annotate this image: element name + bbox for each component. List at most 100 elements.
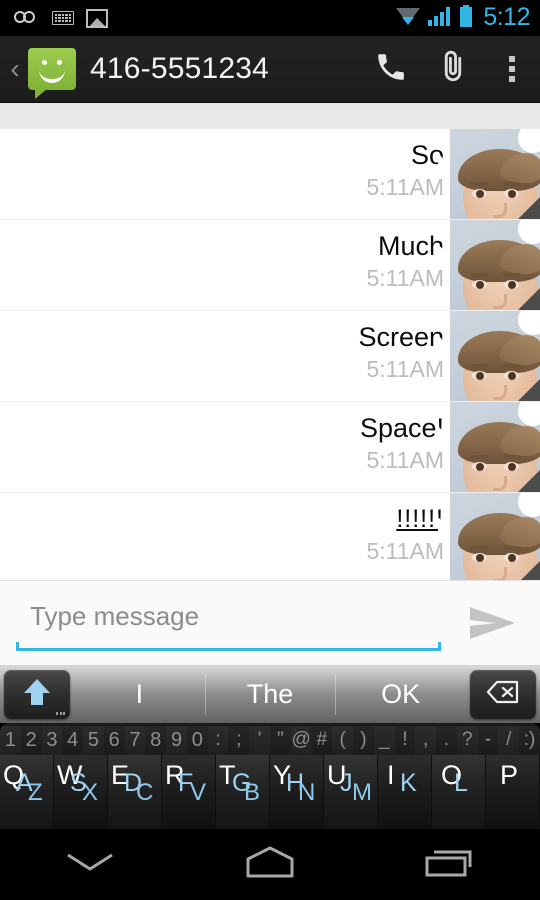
send-button[interactable]: [462, 599, 524, 651]
key-slash[interactable]: /: [498, 726, 520, 755]
compose-bar: [0, 580, 540, 666]
key-wsx[interactable]: W S X: [54, 755, 108, 829]
key-tertiary-letter: C: [136, 779, 154, 806]
message-timestamp: 5:11AM: [366, 538, 444, 564]
key-paren-open[interactable]: (: [332, 726, 354, 755]
key-2[interactable]: 2: [20, 726, 42, 755]
keyboard-icon: [52, 11, 74, 25]
key-ujm[interactable]: U J M: [324, 755, 378, 829]
key-9[interactable]: 9: [166, 726, 187, 755]
key-6[interactable]: 6: [103, 726, 125, 755]
key-ik[interactable]: I K: [378, 755, 432, 829]
signal-icon: [428, 6, 452, 31]
page-title: 416-5551234: [90, 52, 270, 85]
message-bubble: Screen 5:11AM: [358, 311, 444, 384]
key-qaz[interactable]: Q A Z: [0, 755, 54, 829]
avatar[interactable]: [450, 402, 540, 492]
key-4[interactable]: 4: [62, 726, 84, 755]
shift-indicator-icon: [56, 712, 65, 715]
call-button[interactable]: [360, 36, 422, 103]
key-8[interactable]: 8: [145, 726, 167, 755]
key-edc[interactable]: E D C: [108, 755, 162, 829]
key-hash[interactable]: #: [311, 726, 333, 755]
key-tgb[interactable]: T G B: [216, 755, 270, 829]
key-exclamation[interactable]: !: [394, 726, 416, 755]
key-period[interactable]: .: [436, 726, 457, 755]
sms-smiley-icon[interactable]: [28, 48, 76, 99]
key-hyphen[interactable]: -: [477, 726, 499, 755]
shift-key[interactable]: [4, 670, 70, 719]
key-p[interactable]: P: [486, 755, 540, 829]
message-row[interactable]: Space! 5:11AM: [0, 402, 540, 493]
suggestion-bar: I The OK: [0, 666, 540, 723]
key-ol[interactable]: O L: [432, 755, 486, 829]
key-colon[interactable]: :: [207, 726, 229, 755]
suggestion-list: I The OK: [74, 666, 466, 723]
key-apostrophe[interactable]: ': [249, 726, 270, 755]
message-row[interactable]: Screen 5:11AM: [0, 311, 540, 402]
message-row[interactable]: Much 5:11AM: [0, 220, 540, 311]
key-primary-letter: P: [500, 760, 519, 790]
chevron-down-icon: [62, 847, 118, 882]
key-tertiary-letter: V: [190, 779, 207, 806]
message-row[interactable]: !!!!!! 5:11AM: [0, 493, 540, 580]
suggestion-item[interactable]: OK: [335, 666, 466, 723]
message-text: Space!: [359, 413, 444, 443]
recents-button[interactable]: [360, 829, 540, 900]
home-icon: [240, 845, 300, 884]
key-rfv[interactable]: R F V: [162, 755, 216, 829]
avatar[interactable]: [450, 493, 540, 580]
backspace-icon: [486, 679, 520, 710]
battery-icon: [459, 4, 473, 32]
keyboard[interactable]: 1 2 3 4 5 6 7 8 9 0 : ; ' " @ # ( ) _ ! …: [0, 723, 540, 829]
key-yhn[interactable]: Y H N: [270, 755, 324, 829]
suggestion-item[interactable]: The: [204, 666, 336, 723]
message-bubble: !!!!!! 5:11AM: [366, 493, 444, 566]
hide-keyboard-button[interactable]: [0, 829, 180, 900]
voicemail-icon: [14, 11, 40, 25]
key-5[interactable]: 5: [83, 726, 104, 755]
key-comma[interactable]: ,: [415, 726, 437, 755]
compose-field[interactable]: [16, 601, 441, 651]
key-quote[interactable]: ": [269, 726, 291, 755]
key-underscore[interactable]: _: [373, 726, 395, 755]
backspace-key[interactable]: [470, 670, 536, 719]
key-tertiary-letter: M: [352, 779, 372, 806]
key-question[interactable]: ?: [456, 726, 478, 755]
avatar[interactable]: [450, 311, 540, 401]
message-input[interactable]: [16, 601, 441, 642]
home-button[interactable]: [180, 829, 360, 900]
key-smiley[interactable]: :): [519, 726, 540, 755]
key-paren-close[interactable]: ): [353, 726, 374, 755]
status-bar: 5:12: [0, 0, 540, 36]
avatar[interactable]: [450, 129, 540, 219]
overflow-menu-button[interactable]: [484, 36, 540, 103]
navigation-bar: [0, 829, 540, 900]
overflow-menu-icon: [509, 56, 515, 82]
key-secondary-letter: L: [454, 769, 468, 797]
key-at[interactable]: @: [290, 726, 312, 755]
attach-button[interactable]: [422, 36, 484, 103]
phone-screen: 5:12 ‹ 416-5551234 So 5:11AM Much 5:11AM…: [0, 0, 540, 900]
suggestion-item[interactable]: I: [74, 666, 205, 723]
message-list[interactable]: So 5:11AM Much 5:11AM Screen 5:11AM Spac…: [0, 129, 540, 580]
key-tertiary-letter: B: [244, 779, 261, 806]
avatar[interactable]: [450, 220, 540, 310]
key-semicolon[interactable]: ;: [228, 726, 250, 755]
bubble-pointer: [438, 244, 450, 270]
message-text: !!!!!!: [396, 505, 444, 533]
key-7[interactable]: 7: [124, 726, 146, 755]
message-text: So: [410, 140, 444, 170]
message-text: Screen: [358, 322, 444, 352]
status-bar-notifications: [0, 8, 395, 28]
bubble-pointer: [438, 153, 450, 179]
keyboard-letter-row: Q A Z W S X E D C R F V T G B Y H N U J …: [0, 755, 540, 829]
message-row[interactable]: So 5:11AM: [0, 129, 540, 220]
key-1[interactable]: 1: [0, 726, 21, 755]
back-button[interactable]: ‹: [4, 55, 26, 83]
status-bar-clock: 5:12: [483, 2, 530, 31]
status-bar-system: 5:12: [395, 2, 540, 32]
key-0[interactable]: 0: [186, 726, 208, 755]
key-3[interactable]: 3: [41, 726, 63, 755]
bubble-pointer: [438, 426, 450, 452]
